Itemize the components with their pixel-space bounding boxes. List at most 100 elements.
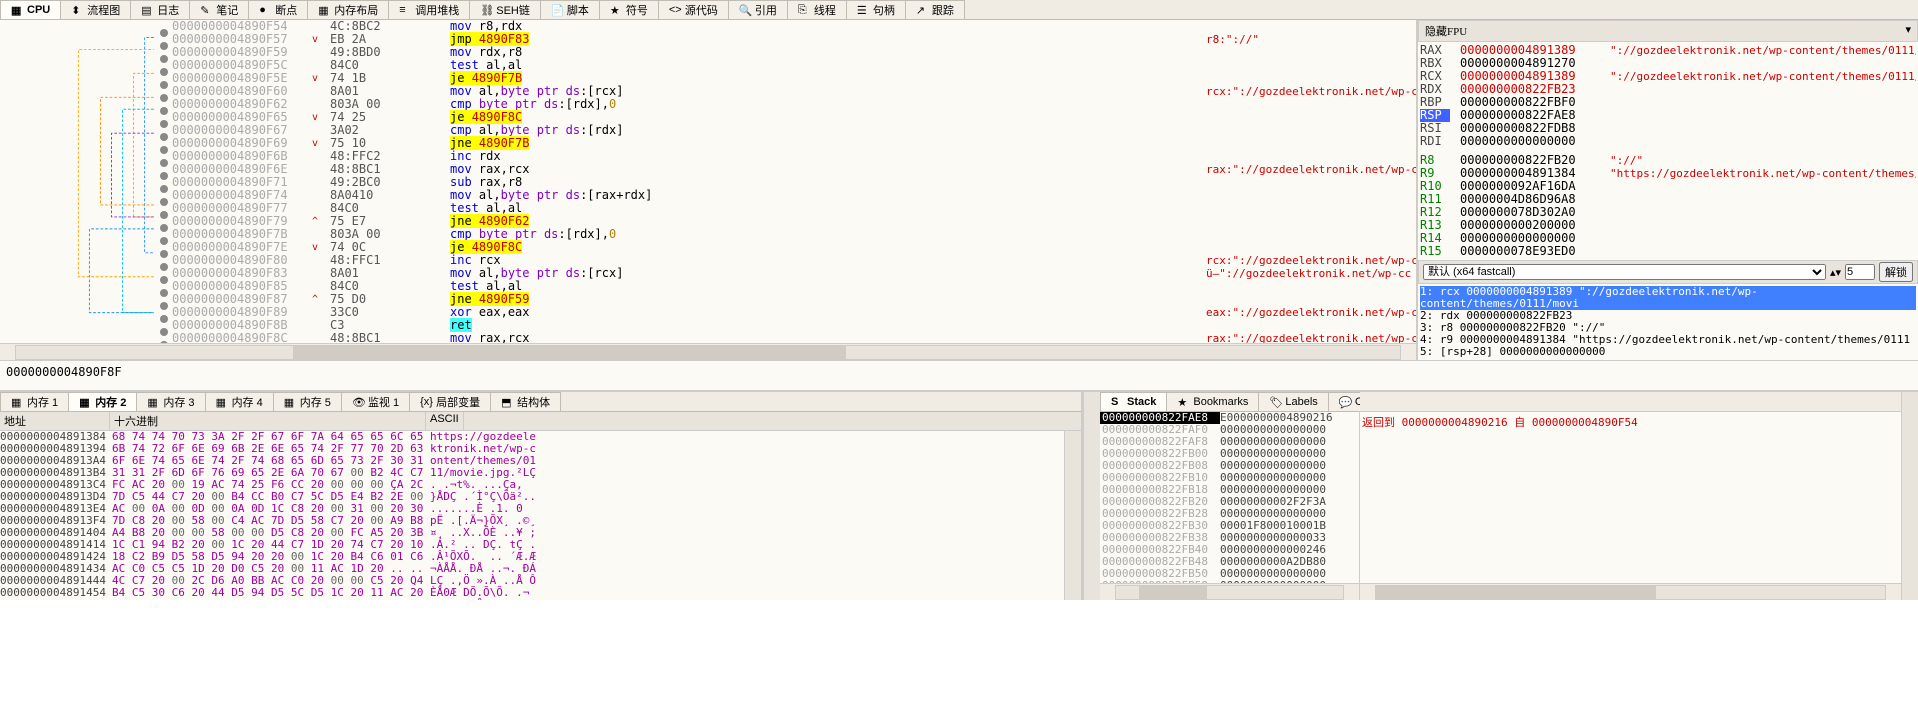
tab-cpu[interactable]: ▦CPU	[0, 0, 61, 19]
tab-log[interactable]: ▤日志	[130, 0, 190, 19]
stack-cmt-hscroll[interactable]	[1360, 583, 1901, 600]
unlock-button[interactable]: 解锁	[1879, 262, 1913, 282]
disasm-comment: rax:"://gozdeelektronik.net/wp-cc	[1206, 163, 1416, 176]
register-comment	[1610, 180, 1916, 193]
tab-bp[interactable]: ●断点	[248, 0, 308, 19]
handles-icon: ☰	[857, 4, 869, 16]
tab-refs[interactable]: 🔍引用	[728, 0, 788, 19]
register-comment	[1610, 219, 1916, 232]
tab-script[interactable]: 📄脚本	[540, 0, 600, 19]
breakpoint-dot[interactable]	[160, 302, 168, 310]
breakpoint-dot[interactable]	[160, 328, 168, 336]
jump-indicator: v	[300, 33, 330, 46]
jump-indicator: v	[300, 241, 330, 254]
register-comment	[1610, 109, 1916, 122]
symbols-icon: ★	[610, 4, 622, 16]
labels-icon: 🏷	[1269, 396, 1281, 408]
arg-row[interactable]: 5: [rsp+28] 0000000000000000	[1420, 346, 1916, 358]
script-icon: 📄	[551, 4, 563, 16]
breakpoint-dot[interactable]	[160, 172, 168, 180]
disasm-hscroll[interactable]	[0, 343, 1416, 360]
tab-bookmarks[interactable]: ★Bookmarks	[1166, 392, 1259, 411]
tab-trace[interactable]: ↗跟踪	[905, 0, 965, 19]
stack-tab-bar: SStack★Bookmarks🏷Labels💬Comments	[1100, 392, 1359, 412]
tab-mem1[interactable]: ▦内存 1	[0, 392, 69, 411]
arg-count-input[interactable]	[1845, 264, 1875, 280]
register-row-R15[interactable]: R150000000078E93ED0	[1420, 245, 1916, 258]
breakpoint-dot[interactable]	[160, 120, 168, 128]
dump-row[interactable]: 00000000048914641D 20 FC AC 20 00 1C 94 …	[0, 599, 1064, 600]
tab-mem3[interactable]: ▦内存 3	[136, 392, 205, 411]
breakpoint-dot[interactable]	[160, 315, 168, 323]
stack-hscroll[interactable]	[1100, 583, 1359, 600]
tab-callstack[interactable]: ≡调用堆栈	[388, 0, 470, 19]
comments-icon: 💬	[1339, 396, 1351, 408]
breakpoint-dot[interactable]	[160, 159, 168, 167]
breakpoint-dot[interactable]	[160, 29, 168, 37]
tab-locals[interactable]: {x}局部变量	[409, 392, 491, 411]
breakpoint-dot[interactable]	[160, 263, 168, 271]
tab-seh[interactable]: ⛓SEH链	[469, 0, 541, 19]
dump-vscroll[interactable]	[1064, 431, 1081, 600]
breakpoint-dot[interactable]	[160, 185, 168, 193]
breakpoint-dot[interactable]	[160, 289, 168, 297]
register-row-RDI[interactable]: RDI0000000000000000	[1420, 135, 1916, 148]
breakpoint-dot[interactable]	[160, 42, 168, 50]
tab-source[interactable]: <>源代码	[658, 0, 729, 19]
breakpoint-dot[interactable]	[160, 341, 168, 344]
breakpoint-dot[interactable]	[160, 94, 168, 102]
breakpoint-dot[interactable]	[160, 81, 168, 89]
breakpoint-dot[interactable]	[160, 237, 168, 245]
disasm-comment: r8:"://"	[1206, 33, 1416, 46]
registers-view[interactable]: RAX0000000004891389"://gozdeelektronik.n…	[1418, 42, 1918, 260]
arg-row[interactable]: 1: rcx 0000000004891389 "://gozdeelektro…	[1420, 286, 1916, 310]
memory-dump-view[interactable]: 000000000489138468 74 74 70 73 3A 2F 2F …	[0, 431, 1064, 600]
register-comment: "https://gozdeelektronik.net/wp-content/…	[1610, 167, 1916, 180]
tab-watch1[interactable]: 👁监视 1	[341, 392, 410, 411]
calling-convention-select[interactable]: 默认 (x64 fastcall)	[1423, 264, 1826, 280]
disasm-mnemonic: mov al,byte ptr ds:[rax+rdx]	[450, 189, 1206, 202]
disassembly-view[interactable]: 0000000004890F544C:8BC2mov r8,rdx0000000…	[0, 20, 1416, 343]
dump-ascii: }ÅDÇ .´Ì°Ç\Õä²..	[430, 491, 1064, 503]
tab-mem2[interactable]: ▦内存 2	[68, 392, 137, 411]
stack-vscroll-right[interactable]	[1901, 392, 1918, 600]
register-comment	[1610, 232, 1916, 245]
disasm-mnemonic: cmp byte ptr ds:[rdx],0	[450, 98, 1206, 111]
chevron-down-icon: ▾	[1905, 23, 1911, 39]
breakpoint-dot[interactable]	[160, 133, 168, 141]
tab-flow[interactable]: ⬍流程图	[60, 0, 131, 19]
tab-threads[interactable]: ⎘线程	[787, 0, 847, 19]
tab-struct[interactable]: ⬒结构体	[490, 392, 561, 411]
breakpoint-dot[interactable]	[160, 276, 168, 284]
spinner-icon[interactable]: ▴▾	[1830, 266, 1841, 279]
args-view[interactable]: 1: rcx 0000000004891389 "://gozdeelektro…	[1418, 284, 1918, 360]
breakpoint-dot[interactable]	[160, 250, 168, 258]
source-icon: <>	[669, 4, 681, 16]
disasm-mnemonic: inc rdx	[450, 150, 1206, 163]
tab-mem5[interactable]: ▦内存 5	[273, 392, 342, 411]
log-icon: ▤	[141, 4, 153, 16]
jump-indicator: v	[300, 111, 330, 124]
tab-symbols[interactable]: ★符号	[599, 0, 659, 19]
stack-view[interactable]: 000000000822FAE8E00000000048902160000000…	[1100, 412, 1359, 583]
breakpoint-dot[interactable]	[160, 55, 168, 63]
tab-mem4[interactable]: ▦内存 4	[205, 392, 274, 411]
breakpoint-dot[interactable]	[160, 107, 168, 115]
disasm-row[interactable]: 0000000004890F8C48:8BC1mov rax,rcxrax:":…	[0, 332, 1416, 343]
dump-hex: 1D 20 FC AC 20 00 1C 94 C5 1D 20 58 C7 2…	[112, 599, 430, 600]
breakpoint-dot[interactable]	[160, 146, 168, 154]
breakpoint-dot[interactable]	[160, 211, 168, 219]
tab-handles[interactable]: ☰句柄	[846, 0, 906, 19]
tab-notes[interactable]: ✎笔记	[189, 0, 249, 19]
info-bar: 0000000004890F8F	[0, 360, 1918, 390]
tab-memmap[interactable]: ▦内存布局	[307, 0, 389, 19]
breakpoint-dot[interactable]	[160, 198, 168, 206]
fpu-toggle-header[interactable]: 隐藏FPU▾	[1418, 20, 1918, 42]
disasm-address: 0000000004890F8C	[170, 332, 300, 343]
stack-vscroll-left[interactable]	[1083, 392, 1100, 600]
breakpoint-dot[interactable]	[160, 68, 168, 76]
tab-labels[interactable]: 🏷Labels	[1258, 392, 1328, 411]
disasm-mnemonic: mov rax,rcx	[450, 163, 1206, 176]
tab-stack[interactable]: SStack	[1100, 392, 1167, 411]
breakpoint-dot[interactable]	[160, 224, 168, 232]
